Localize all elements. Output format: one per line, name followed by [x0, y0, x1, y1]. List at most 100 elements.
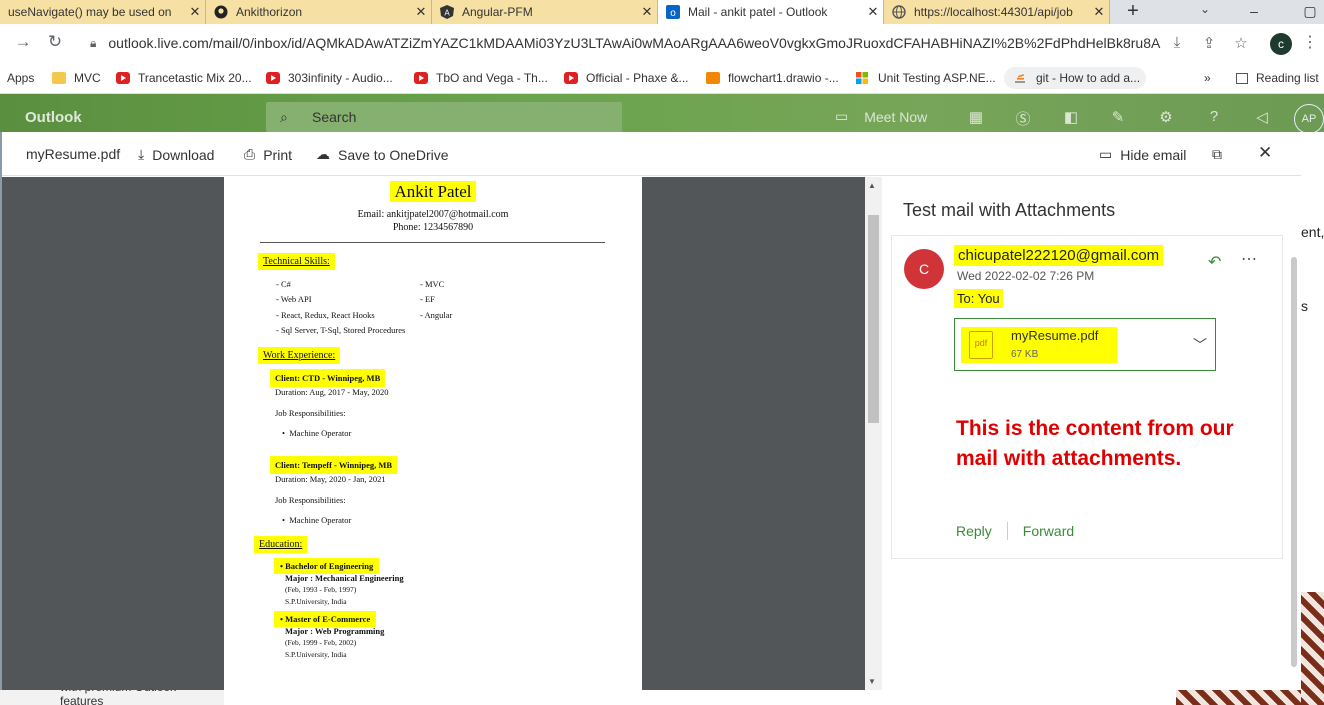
scrollbar-thumb[interactable]: [868, 215, 879, 423]
chrome-menu-icon[interactable]: ⋮: [1302, 32, 1318, 52]
skype-icon[interactable]: Ⓢ: [1013, 108, 1033, 129]
my-day-icon[interactable]: ✎: [1108, 108, 1128, 126]
attachment-viewer-toolbar: myResume.pdf ⤓ Download ⎙ Print ☁ Save t…: [2, 132, 1301, 176]
pop-out-icon[interactable]: ⧉: [1212, 146, 1222, 163]
outlook-brand[interactable]: Outlook: [25, 109, 82, 126]
apps-grid-icon[interactable]: ▦: [966, 108, 986, 126]
bookmark-label: TbO and Vega - Th...: [436, 71, 548, 85]
attachment-card[interactable]: pdf myResume.pdf 67 KB ﹀: [954, 318, 1216, 371]
meet-now-button[interactable]: ▭ Meet Now: [835, 108, 927, 125]
bookmark-apps[interactable]: Apps: [7, 67, 34, 89]
message-actions: Reply Forward: [956, 522, 1074, 540]
bookmark-mvc[interactable]: MVC: [52, 67, 101, 89]
background-text-fragment: s: [1301, 298, 1308, 314]
new-tab-plus-icon[interactable]: +: [1120, 0, 1146, 24]
bookmark-trancetastic[interactable]: Trancetastic Mix 20...: [116, 67, 256, 89]
mail-panel-scrollbar[interactable]: [1291, 257, 1297, 667]
forward-button[interactable]: Forward: [1023, 523, 1074, 539]
resume-name: Ankit Patel: [224, 181, 642, 202]
education-major: Major : Web Programming: [285, 626, 385, 636]
sender-avatar[interactable]: C: [904, 249, 944, 289]
divider: [1006, 522, 1008, 540]
install-app-icon[interactable]: ⤓: [1168, 34, 1186, 51]
share-icon[interactable]: ⇪: [1200, 34, 1218, 52]
preview-scrollbar[interactable]: ▲ ▼: [865, 177, 882, 690]
bookmark-git-how-to[interactable]: git - How to add a...: [1004, 67, 1146, 89]
hide-email-button[interactable]: ▭ Hide email: [1099, 146, 1186, 163]
minimize-icon[interactable]: –: [1240, 0, 1268, 24]
reading-list-button[interactable]: Reading list: [1236, 67, 1319, 89]
scroll-up-arrow-icon[interactable]: ▲: [868, 181, 876, 190]
resume-email: Email: ankitjpatel2007@hotmail.com: [357, 209, 509, 220]
tab-search-chevron-icon[interactable]: ⌄: [1200, 2, 1210, 16]
background-image-fragment: [1176, 690, 1301, 705]
bookmark-star-icon[interactable]: ☆: [1232, 34, 1250, 52]
message-date: Wed 2022-02-02 7:26 PM: [957, 269, 1095, 283]
profile-avatar[interactable]: c: [1270, 33, 1292, 55]
search-box[interactable]: ⌕ Search: [266, 102, 622, 132]
svg-text:A: A: [444, 9, 450, 18]
reload-icon[interactable]: ↻: [44, 32, 66, 52]
account-avatar[interactable]: AP: [1294, 104, 1324, 134]
bookmark-label: Official - Phaxe &...: [586, 71, 689, 85]
globe-icon: [892, 5, 906, 19]
more-bookmarks-chevron-icon[interactable]: »: [1204, 67, 1211, 89]
save-to-onedrive-button[interactable]: ☁ Save to OneDrive: [316, 146, 449, 163]
office-icon[interactable]: ◧: [1061, 108, 1081, 126]
bookmark-official-phaxe[interactable]: Official - Phaxe &...: [564, 67, 698, 89]
reply-button[interactable]: Reply: [956, 523, 992, 539]
bookmark-label: 303infinity - Audio...: [288, 71, 393, 85]
url-field[interactable]: 🔒︎ outlook.live.com/mail/0/inbox/id/AQMk…: [80, 30, 1162, 56]
browser-tab-outlook[interactable]: o Mail - ankit patel - Outlook ✕: [658, 0, 884, 24]
close-icon[interactable]: ✕: [637, 4, 657, 20]
attachment-name: myResume.pdf: [1011, 328, 1099, 343]
bookmark-label: MVC: [74, 71, 101, 85]
job-duration: Duration: May, 2020 - Jan, 2021: [275, 474, 386, 484]
youtube-icon: [116, 72, 130, 84]
reply-arrow-icon[interactable]: ↶: [1208, 252, 1221, 272]
education-dates: (Feb, 1999 - Feb, 2002): [285, 638, 357, 647]
bookmark-flowchart[interactable]: flowchart1.drawio -...: [706, 67, 846, 89]
skill-item: - React, Redux, React Hooks: [276, 310, 375, 320]
background-image-fragment: [1301, 592, 1324, 705]
education-school: S.P.University, India: [285, 650, 347, 659]
close-icon[interactable]: ✕: [863, 4, 883, 20]
tab-label: Angular-PFM: [462, 5, 533, 19]
skill-item: - Angular: [420, 310, 453, 320]
bookmarks-bar: Apps MVC Trancetastic Mix 20... 303infin…: [0, 62, 1324, 94]
maximize-icon[interactable]: ▢: [1296, 0, 1324, 24]
cloud-upload-icon: ☁: [316, 146, 330, 162]
mail-reading-panel: Test mail with Attachments C chicupatel2…: [882, 177, 1301, 690]
bookmark-tbo-vega[interactable]: TbO and Vega - Th...: [414, 67, 554, 89]
bookmark-303infinity[interactable]: 303infinity - Audio...: [266, 67, 402, 89]
scroll-down-arrow-icon[interactable]: ▼: [868, 677, 876, 686]
drawio-icon: [706, 72, 720, 84]
feedback-megaphone-icon[interactable]: ◁: [1252, 108, 1272, 126]
help-icon[interactable]: ?: [1204, 108, 1224, 125]
close-icon[interactable]: ✕: [1089, 4, 1109, 20]
tab-label: Ankithorizon: [236, 5, 303, 19]
chevron-down-icon[interactable]: ﹀: [1193, 335, 1207, 355]
job-duration: Duration: Aug, 2017 - May, 2020: [275, 387, 389, 397]
skill-item: - MVC: [420, 279, 445, 289]
panel-icon: ▭: [1099, 146, 1113, 162]
browser-tab-usenavigate[interactable]: useNavigate() may be used on ✕: [0, 0, 206, 24]
message-card: C chicupatel222120@gmail.com Wed 2022-02…: [891, 235, 1283, 559]
more-actions-icon[interactable]: ⋯: [1241, 249, 1258, 269]
download-button[interactable]: ⤓ Download: [138, 146, 214, 163]
forward-icon[interactable]: →: [12, 32, 34, 52]
bookmark-unit-testing[interactable]: Unit Testing ASP.NE...: [856, 67, 1002, 89]
close-viewer-icon[interactable]: ✕: [1258, 143, 1272, 163]
browser-tab-angular-pfm[interactable]: A Angular-PFM ✕: [432, 0, 658, 24]
browser-tab-localhost-api[interactable]: https://localhost:44301/api/job ✕: [884, 0, 1110, 24]
print-button[interactable]: ⎙ Print: [244, 146, 292, 163]
folder-icon: [52, 72, 66, 84]
close-icon[interactable]: ✕: [411, 4, 431, 20]
url-text: outlook.live.com/mail/0/inbox/id/AQMkADA…: [108, 35, 1162, 51]
bookmark-label: Apps: [7, 71, 35, 85]
browser-tab-ankithorizon[interactable]: Ankithorizon ✕: [206, 0, 432, 24]
close-icon[interactable]: ✕: [185, 4, 205, 20]
technical-skills-heading: Technical Skills:: [258, 253, 335, 270]
settings-gear-icon[interactable]: ⚙: [1156, 108, 1176, 126]
sender-address[interactable]: chicupatel222120@gmail.com: [954, 245, 1164, 266]
